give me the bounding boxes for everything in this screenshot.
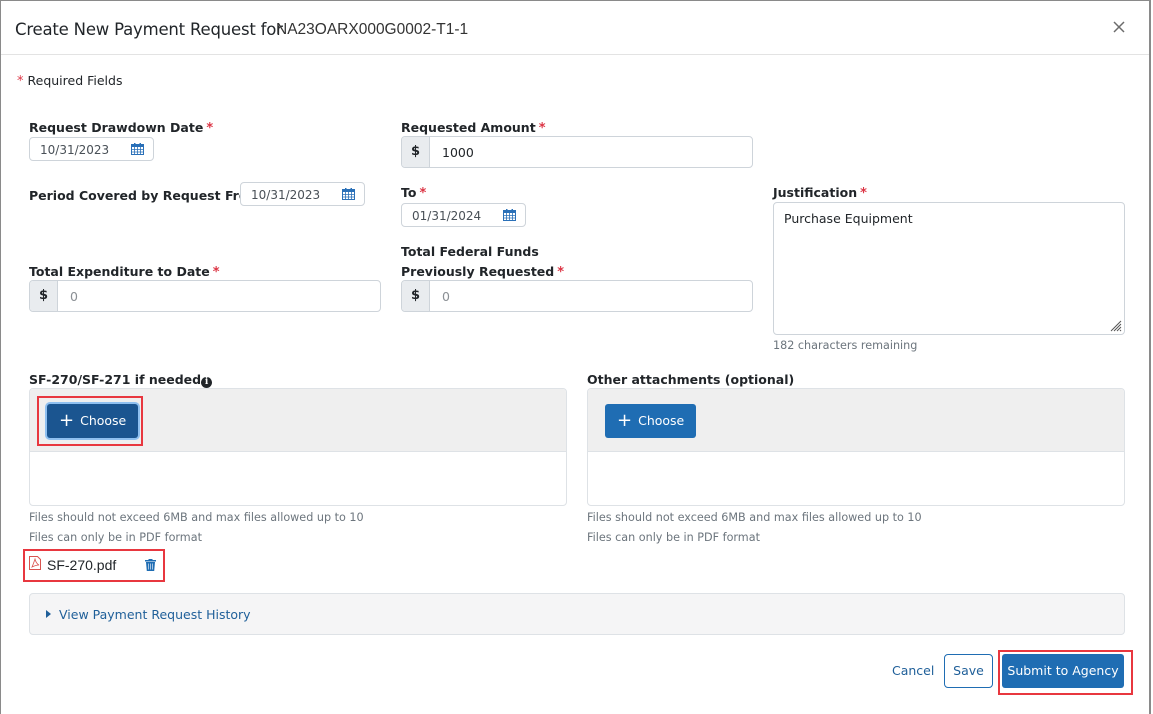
federal-funds-placeholder: 0 [442,289,450,304]
justification-label: Justification * [773,185,867,201]
other-upload-area[interactable]: + Choose [587,388,1125,506]
required-fields-note: * Required Fields [17,73,122,89]
sf270-format-hint: Files can only be in PDF format [29,531,202,544]
modal-title: Create New Payment Request for [15,20,283,39]
other-format-hint: Files can only be in PDF format [587,531,760,544]
dollar-prefix: $ [30,281,58,311]
period-from-value: 10/31/2023 [251,188,321,202]
save-button[interactable]: Save [944,654,993,688]
required-marker: * [17,74,24,89]
period-to-label: To * [401,185,427,201]
required-marker: * [206,121,214,136]
payment-history-link[interactable]: View Payment Request History [59,607,251,622]
total-expenditure-label: Total Expenditure to Date * [29,264,220,280]
characters-remaining: 182 characters remaining [773,339,918,352]
close-icon[interactable] [1111,19,1127,35]
total-expenditure-placeholder: 0 [70,289,78,304]
justification-value: Purchase Equipment [784,211,913,226]
sf270-label: SF-270/SF-271 if needed i [29,372,213,388]
info-icon[interactable]: i [201,377,213,388]
federal-funds-label-line1: Total Federal Funds [401,244,539,259]
required-marker: * [538,121,546,136]
requested-amount-label: Requested Amount * [401,120,546,136]
drawdown-date-input[interactable]: 10/31/2023 [29,137,154,161]
modal-header: Create New Payment Request for NA23OARX0… [1,1,1149,55]
highlight-box [23,549,165,582]
dollar-prefix: $ [402,281,430,311]
required-marker: * [419,186,427,201]
other-size-hint: Files should not exceed 6MB and max file… [587,511,922,524]
highlight-box [998,650,1133,695]
justification-textarea[interactable]: Purchase Equipment [773,202,1125,335]
calendar-icon[interactable] [503,209,516,221]
other-choose-button[interactable]: + Choose [605,404,697,438]
period-from-label: Period Covered by Request From* [29,188,270,204]
cancel-button[interactable]: Cancel [892,663,934,678]
required-marker: * [212,265,220,280]
other-attachments-label: Other attachments (optional) [587,372,795,387]
requested-amount-input[interactable]: $ 1000 [401,136,753,168]
caret-right-icon [46,610,51,618]
period-to-input[interactable]: 01/31/2024 [401,203,526,227]
required-fields-text: Required Fields [27,73,123,88]
requested-amount-value: 1000 [442,145,474,160]
drawdown-date-value: 10/31/2023 [40,143,110,157]
period-from-input[interactable]: 10/31/2023 [240,182,365,206]
resize-handle-icon[interactable] [1108,318,1122,332]
federal-funds-label-line2: Previously Requested * [401,264,565,280]
plus-icon: + [617,410,633,431]
required-marker: * [860,186,867,201]
payment-history-accordion[interactable]: View Payment Request History [29,593,1125,635]
sf270-size-hint: Files should not exceed 6MB and max file… [29,511,364,524]
payment-request-modal: Create New Payment Request for NA23OARX0… [0,0,1151,714]
highlight-box [37,396,143,446]
award-id: NA23OARX000G0002-T1-1 [276,21,469,38]
calendar-icon[interactable] [342,188,355,200]
total-expenditure-input[interactable]: $ 0 [29,280,381,312]
federal-funds-input[interactable]: $ 0 [401,280,753,312]
period-to-value: 01/31/2024 [412,209,482,223]
required-marker: * [557,265,565,280]
drawdown-date-label: Request Drawdown Date * [29,120,214,136]
dollar-prefix: $ [402,137,430,167]
calendar-icon[interactable] [131,143,144,155]
